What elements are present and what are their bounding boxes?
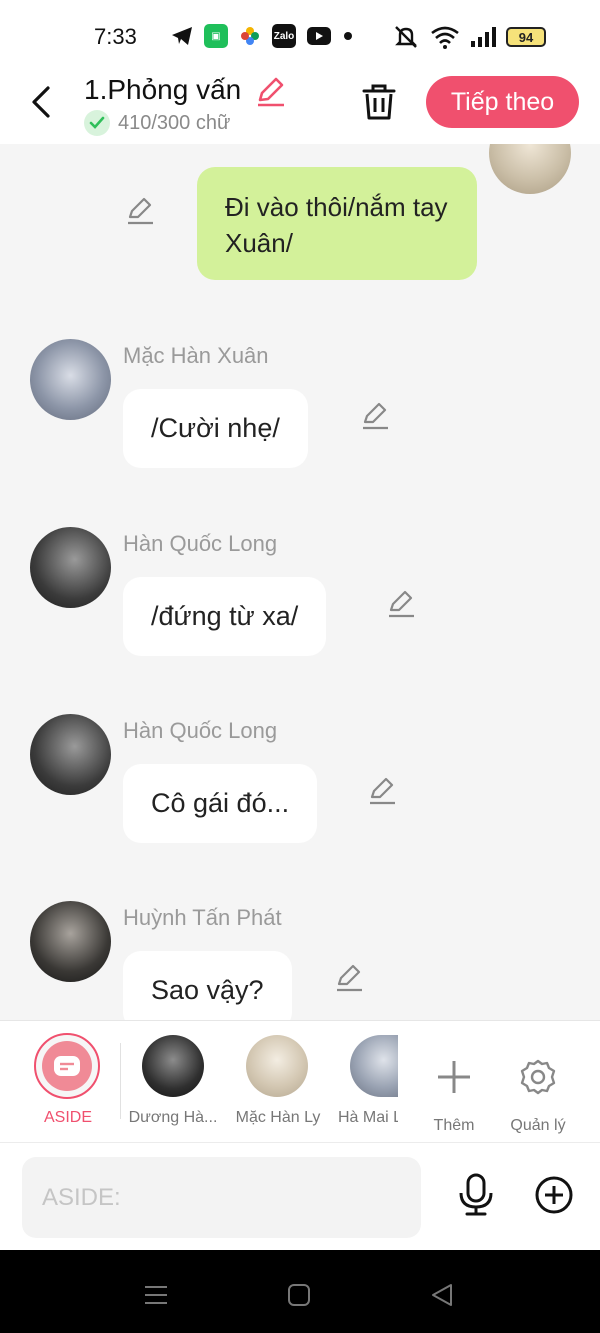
wifi-icon: [431, 26, 459, 49]
edit-message-icon[interactable]: [360, 401, 390, 431]
system-nav-bar: [0, 1250, 600, 1333]
message-bubble[interactable]: /đứng từ xa/: [123, 577, 327, 656]
edit-message-icon[interactable]: [367, 776, 397, 806]
avatar[interactable]: [30, 527, 111, 608]
sender-name: Huỳnh Tấn Phát: [123, 905, 282, 930]
message-bubble[interactable]: /Cười nhẹ/: [123, 389, 308, 468]
gear-icon: [520, 1059, 556, 1095]
battery-icon: 94: [506, 27, 546, 47]
message-row: Hàn Quốc Long Cô gái đó...: [0, 714, 600, 864]
zalo-icon: Zalo: [272, 24, 296, 48]
aside-label: ASIDE: [43, 1109, 92, 1126]
plus-icon: [438, 1061, 470, 1093]
telegram-icon: [172, 27, 192, 45]
back-triangle-icon[interactable]: [429, 1282, 455, 1308]
sender-name: Hàn Quốc Long: [123, 531, 278, 556]
back-arrow-icon[interactable]: [26, 84, 58, 120]
signal-icon: [471, 27, 496, 47]
menu-icon[interactable]: [143, 1282, 169, 1308]
sender-name: Mặc Hàn Xuân: [123, 343, 269, 368]
aside-icon: [42, 1041, 92, 1091]
character-label: Hà Mai L: [338, 1109, 398, 1126]
message-bubble[interactable]: Cô gái đó...: [123, 764, 318, 843]
character-avatar[interactable]: [142, 1035, 204, 1097]
user-avatar[interactable]: [489, 144, 571, 194]
avatar[interactable]: [30, 901, 111, 982]
character-avatar[interactable]: [246, 1035, 308, 1097]
message-row: Huỳnh Tấn Phát Sao vậy?: [0, 901, 600, 1020]
photos-icon: [241, 27, 259, 45]
wechat-icon: ▣: [204, 24, 228, 48]
microphone-icon[interactable]: [456, 1173, 496, 1217]
system-icons: 94: [392, 24, 546, 50]
word-count-label: 410/300 chữ: [118, 111, 231, 134]
edit-message-icon[interactable]: [334, 963, 364, 993]
page-title: 1.Phỏng vấn: [84, 74, 242, 105]
clock: 7:33: [94, 24, 137, 49]
check-icon: [84, 110, 110, 136]
edit-message-icon[interactable]: [386, 589, 416, 619]
sender-name: Hàn Quốc Long: [123, 718, 278, 743]
character-avatar[interactable]: [350, 1035, 398, 1097]
message-row: Mặc Hàn Xuân /Cười nhẹ/: [0, 339, 600, 489]
trash-icon[interactable]: [360, 82, 398, 122]
aside-button[interactable]: [34, 1033, 100, 1099]
avatar[interactable]: [30, 714, 111, 795]
dot-icon: [344, 32, 352, 40]
chat-area[interactable]: Đi vào thôi/nắm tay Xuân/ Mặc Hàn Xuân /…: [0, 144, 600, 1020]
message-bubble[interactable]: Sao vậy?: [123, 951, 292, 1020]
character-label: Dương Hà...: [128, 1109, 218, 1126]
avatar[interactable]: [30, 339, 111, 420]
character-bar: ASIDE Dương Hà... Mặc Hàn Ly Hà Mai L Th…: [0, 1020, 600, 1142]
divider: [120, 1043, 121, 1119]
add-circle-icon[interactable]: [534, 1175, 574, 1215]
input-bar: [0, 1142, 600, 1250]
word-count: 410/300 chữ: [84, 110, 230, 136]
character-label: Mặc Hàn Ly: [235, 1109, 321, 1126]
manage-button[interactable]: [518, 1057, 558, 1097]
chat-header: 1.Phỏng vấn 410/300 chữ Tiếp theo: [0, 72, 600, 144]
edit-title-icon[interactable]: [254, 74, 288, 108]
youtube-icon: [307, 27, 331, 45]
message-input[interactable]: [22, 1157, 421, 1238]
my-message-bubble[interactable]: Đi vào thôi/nắm tay Xuân/: [197, 167, 477, 280]
add-character-button[interactable]: [434, 1057, 474, 1097]
mute-bell-icon: [395, 26, 417, 48]
next-button[interactable]: Tiếp theo: [426, 76, 579, 128]
add-character-label: Thêm: [433, 1117, 475, 1134]
home-icon[interactable]: [286, 1282, 312, 1308]
notification-icons: ▣ Zalo: [170, 24, 354, 48]
manage-label: Quản lý: [510, 1117, 566, 1134]
status-bar: 7:33 ▣ Zalo 94: [0, 0, 600, 72]
edit-message-icon[interactable]: [125, 196, 155, 226]
message-row: Hàn Quốc Long /đứng từ xa/: [0, 527, 600, 677]
